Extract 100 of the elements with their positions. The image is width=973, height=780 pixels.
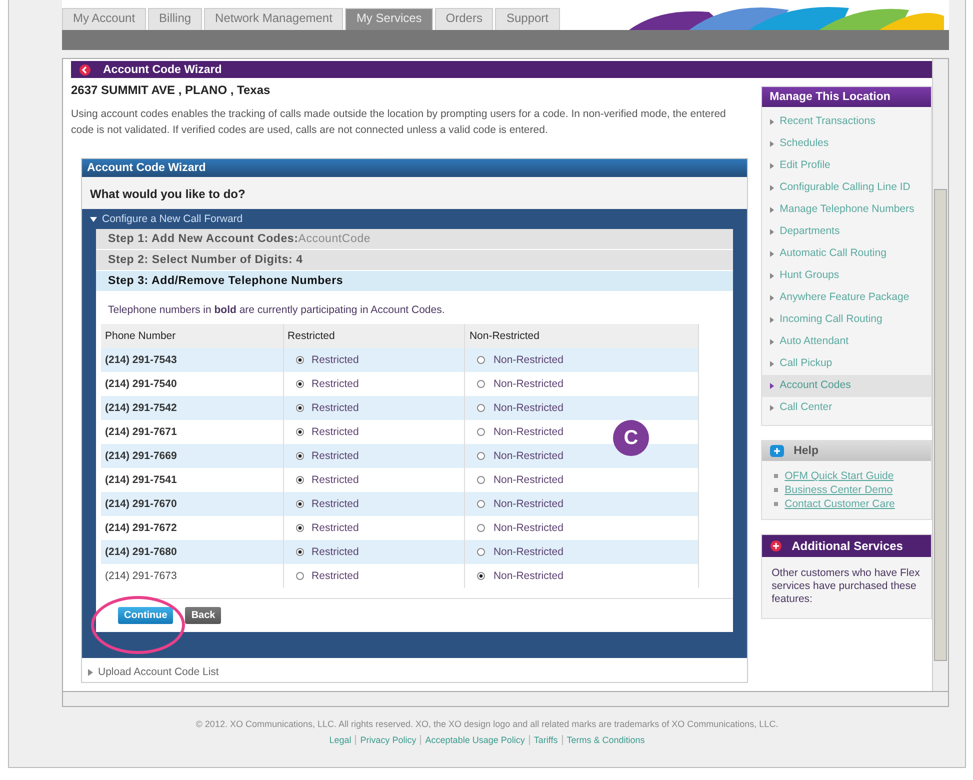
caret-right-icon [770,339,774,345]
caret-right-icon [770,207,774,213]
sidebar-link[interactable]: Configurable Calling Line ID [762,177,931,199]
sidebar-link[interactable]: Anywhere Feature Package [762,287,931,309]
non-restricted-radio[interactable]: Non-Restricted [477,546,564,558]
phone-number: (214) 291-7542 [105,402,177,414]
panel-title: Manage This Location [762,87,931,107]
caret-right-icon [770,295,774,301]
caret-right-icon [770,383,774,389]
nav-tab[interactable]: My Account [62,8,146,30]
restricted-radio[interactable]: Restricted [296,354,359,366]
intro-text: Using account codes enables the tracking of calls made outside the location by prompting users for a code. In non-verified mode, the entered code is not validated. If verified codes are used, calls are not connected unless a valid code is entered. [71,107,727,138]
footer-link[interactable]: Terms & Conditions [562,735,649,745]
footer-link[interactable]: Legal [325,735,356,745]
footer-link[interactable]: Tariffs [528,735,562,745]
non-restricted-radio[interactable]: Non-Restricted [477,402,564,414]
phone-number: (214) 291-7540 [105,378,177,390]
non-restricted-radio[interactable]: Non-Restricted [477,474,564,486]
phone-number: (214) 291-7672 [105,522,177,534]
nav-tab[interactable]: My Services [345,8,433,30]
phone-number: (214) 291-7669 [105,450,177,462]
sidebar-link[interactable]: Recent Transactions [762,111,931,133]
sidebar-link[interactable]: Call Pickup [762,353,931,375]
non-restricted-radio[interactable]: Non-Restricted [477,354,564,366]
non-restricted-radio[interactable]: Non-Restricted [477,498,564,510]
accordion-header[interactable]: Configure a New Call Forward [82,211,733,229]
restricted-radio[interactable]: Restricted [296,378,359,390]
sidebar-link[interactable]: Incoming Call Routing [762,309,931,331]
phone-number: (214) 291-7673 [105,570,177,582]
caret-right-icon [770,317,774,323]
sidebar-link[interactable]: Automatic Call Routing [762,243,931,265]
phone-number: (214) 291-7670 [105,498,177,510]
nav-tab[interactable]: Billing [148,8,202,30]
panel-title: Additional Services [792,539,903,553]
non-restricted-radio[interactable]: Non-Restricted [477,522,564,534]
help-plus-icon [770,445,784,457]
non-restricted-radio[interactable]: Non-Restricted [477,570,564,582]
phone-number: (214) 291-7543 [105,354,177,366]
wizard-title: Account Code Wizard [82,159,747,177]
sidebar-link[interactable]: Manage Telephone Numbers [762,199,931,221]
sidebar-link[interactable]: Edit Profile [762,155,931,177]
caret-right-icon [770,163,774,169]
restricted-radio[interactable]: Restricted [296,498,359,510]
wizard-button[interactable]: Back [185,607,222,624]
caret-right-icon [770,273,774,279]
restricted-radio[interactable]: Restricted [296,570,359,582]
back-circle-icon[interactable] [79,64,91,76]
help-link[interactable]: Contact Customer Care [784,498,895,510]
wizard-step: Step 2: Select Number of Digits: 4 [96,250,733,271]
caret-right-icon [770,229,774,235]
location-address: 2637 SUMMIT AVE , PLANO , Texas [71,83,272,97]
column-header: Restricted [283,324,465,348]
restricted-radio[interactable]: Restricted [296,450,359,462]
restricted-radio[interactable]: Restricted [296,546,359,558]
wizard-question: What would you like to do? [82,177,747,209]
non-restricted-radio[interactable]: Non-Restricted [477,378,564,390]
caret-right-icon [770,405,774,411]
restricted-radio[interactable]: Restricted [296,474,359,486]
wizard-button[interactable]: Continue [118,607,174,624]
sidebar-link[interactable]: Call Center [762,397,931,419]
note-text: Telephone numbers in bold are currently participating in Account Codes. [107,303,446,318]
caret-down-icon [90,216,97,222]
help-link[interactable]: OFM Quick Start Guide [784,470,894,482]
help-link[interactable]: Business Center Demo [784,484,893,496]
bullet-icon [774,502,778,506]
caret-right-icon [770,251,774,257]
horizontal-scrollbar[interactable] [62,691,949,707]
non-restricted-radio[interactable]: Non-Restricted [477,426,564,438]
footer-link[interactable]: Privacy Policy [355,735,420,745]
column-header: Phone Number [101,324,284,348]
nav-tab[interactable]: Support [495,8,560,30]
vertical-scrollbar[interactable] [932,59,948,691]
non-restricted-radio[interactable]: Non-Restricted [477,450,564,462]
caret-right-icon [770,141,774,147]
nav-tab[interactable]: Orders [434,8,494,30]
sidebar-link[interactable]: Account Codes [762,375,931,397]
phone-number: (214) 291-7541 [105,474,177,486]
caret-right-icon [88,668,93,676]
column-header: Non-Restricted [464,324,698,348]
panel-text: Other customers who have Flex services have purchased these features: [770,566,921,607]
page-title: Account Code Wizard [103,64,222,76]
sidebar-link[interactable]: Hunt Groups [762,265,931,287]
phone-number: (214) 291-7680 [105,546,177,558]
plus-circle-icon [770,540,782,552]
restricted-radio[interactable]: Restricted [296,402,359,414]
sidebar-link[interactable]: Schedules [762,133,931,155]
caret-right-icon [770,119,774,125]
wizard-step: Step 3: Add/Remove Telephone Numbers [96,271,733,292]
restricted-radio[interactable]: Restricted [296,426,359,438]
nav-tab[interactable]: Network Management [204,8,344,30]
sidebar-link[interactable]: Auto Attendant [762,331,931,353]
phone-number: (214) 291-7671 [105,426,177,438]
caret-right-icon [770,361,774,367]
sidebar-link[interactable]: Departments [762,221,931,243]
copyright-text: © 2012. XO Communications, LLC. All rights reserved. XO, the XO design logo and all related marks are trademarks of XO Communications, LLC. [194,719,780,729]
footer-link[interactable]: Acceptable Usage Policy [420,735,529,745]
wizard-step: Step 1: Add New Account Codes:AccountCode [96,229,733,250]
panel-title: Help [794,445,819,457]
restricted-radio[interactable]: Restricted [296,522,359,534]
caret-right-icon [770,185,774,191]
